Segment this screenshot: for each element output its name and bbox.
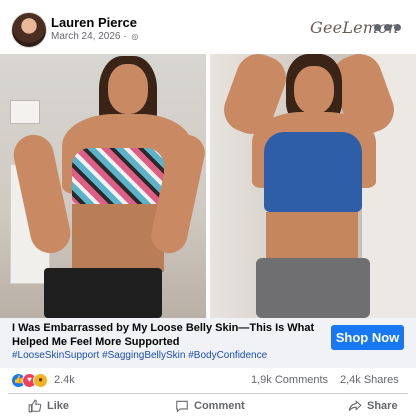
like-button[interactable]: Like [28,397,69,415]
grey-leggings [256,258,370,318]
globe-icon: ◎ [131,32,139,41]
like-label: Like [47,400,70,412]
avatar[interactable] [11,12,47,48]
share-button[interactable]: Share [348,397,398,415]
reaction-count[interactable]: 2.4k [54,374,75,386]
share-icon [348,400,362,411]
more-dot [394,23,401,31]
post-image[interactable] [0,54,416,318]
reactions-bar: 👍 ♥ ● 2.4k 1,9k Comments 2,4k Shares [0,368,416,393]
hashtags[interactable]: #LooseSkinSupport #SaggingBellySkin #Bod… [12,350,267,361]
comments-count[interactable]: 1,9k Comments [251,374,328,386]
face [294,66,334,114]
comment-button[interactable]: Comment [175,397,245,415]
dot-separator: · [120,31,130,42]
face [108,64,148,114]
ad-caption: I Was Embarrassed by My Loose Belly Skin… [0,318,416,368]
more-icon[interactable] [374,20,404,34]
comment-label: Comment [194,400,245,412]
before-photo [0,54,206,318]
post-meta: March 24, 2026 · ◎ [51,31,138,42]
action-bar: Like Comment Share [8,393,408,416]
author-name[interactable]: Lauren Pierce [51,15,137,30]
sports-bra [72,148,164,204]
torso [266,212,358,262]
more-dot [374,23,381,31]
more-dot [384,23,391,31]
wall-thermostat [10,100,40,124]
shares-count[interactable]: 2,4k Shares [340,374,399,386]
reaction-icons[interactable]: 👍 ♥ ● [11,373,53,388]
wow-reaction-icon: ● [33,373,48,388]
black-shorts [44,268,162,318]
torso [72,204,164,272]
post-header: Lauren Pierce March 24, 2026 · ◎ GeeLemo… [0,0,416,54]
ad-headline[interactable]: I Was Embarrassed by My Loose Belly Skin… [12,321,324,349]
shop-now-button[interactable]: Shop Now [331,325,404,350]
like-icon [28,399,42,413]
post-date[interactable]: March 24, 2026 [51,31,121,42]
ad-post: Lauren Pierce March 24, 2026 · ◎ GeeLemo… [0,0,416,416]
after-photo [210,54,416,318]
share-label: Share [367,400,398,412]
comment-icon [176,400,188,413]
sports-bra [264,132,362,212]
